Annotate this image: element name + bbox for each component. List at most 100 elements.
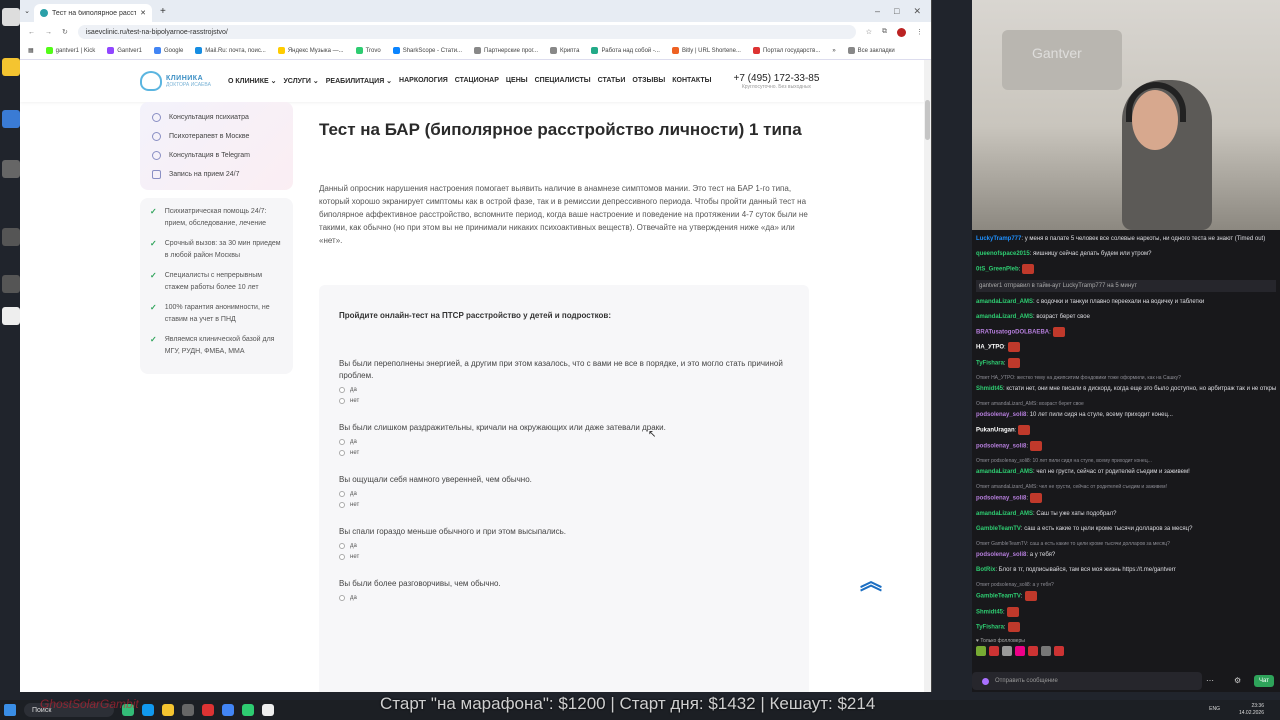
answer-no[interactable]: нет [339,502,789,508]
taskbar-app-icon[interactable] [182,704,194,716]
chat-input[interactable]: Отправить сообщение [972,672,1202,690]
radio-button[interactable] [339,450,345,456]
shortcut-icon[interactable] [2,228,20,246]
bookmark-item[interactable]: Яндекс Музыка —... [277,47,344,54]
answer-no[interactable]: нет [339,398,789,404]
chat-username[interactable]: podsolenay_soli8 [976,443,1026,449]
sidebar-item-appointment[interactable]: Запись на прием 24/7 [140,165,293,184]
bookmark-item[interactable]: Партнерские прог... [474,47,538,54]
chat-username[interactable]: Shmidt45 [976,386,1003,392]
answer-yes[interactable]: да [339,387,789,393]
chat-username[interactable]: BRATusatogoDOLBAEBA [976,329,1049,335]
chat-username[interactable]: Shmidt45 [976,609,1003,615]
chat-username[interactable]: queenofspace2015 [976,251,1030,257]
emote-icon[interactable] [1015,645,1025,656]
bookmark-item[interactable]: Bitly | URL Shortene... [671,47,741,54]
chat-username[interactable]: amandaLizard_AMS [976,469,1033,475]
radio-button[interactable] [339,543,345,549]
bookmark-star-icon[interactable]: ☆ [866,28,872,36]
page-scrollbar[interactable] [924,60,931,692]
taskbar-app-icon[interactable] [242,704,254,716]
nav-item-hospital[interactable]: СТАЦИОНАР [455,77,499,85]
folder-icon[interactable] [2,110,20,128]
radio-button[interactable] [339,502,345,508]
tab-active[interactable]: Тест на биполярное расстро... ✕ [34,4,152,22]
nav-item-about[interactable]: О КЛИНИКЕ ⌄ [228,77,276,85]
radio-button[interactable] [339,439,345,445]
clinic-logo[interactable]: КЛИНИКА ДОКТОРА ИСАЕВА [140,71,228,91]
chat-username[interactable]: TyFishara [976,625,1004,631]
answer-no[interactable]: нет [339,450,789,456]
chat-username[interactable]: PukanUragan [976,428,1015,434]
profile-avatar-icon[interactable] [897,27,906,37]
sidebar-item-psychiatrist[interactable]: Консультация психиатра [140,108,293,127]
shortcut-icon[interactable] [2,307,20,325]
all-bookmarks[interactable]: Все закладки [847,47,895,54]
scrollbar-thumb[interactable] [925,100,930,140]
bookmark-item[interactable]: Портал государств... [752,47,820,54]
emote-icon[interactable] [1002,645,1012,656]
emote-icon[interactable] [976,645,986,656]
chat-username[interactable]: podsolenay_soli8 [976,552,1026,558]
close-window-icon[interactable]: ✕ [913,6,921,17]
shortcut-icon[interactable] [2,160,20,178]
folder-icon[interactable] [162,704,174,716]
maximize-icon[interactable]: □ [894,6,899,17]
taskbar-app-icon[interactable] [142,704,154,716]
folder-icon[interactable] [2,58,20,76]
extensions-icon[interactable]: ⧉ [882,28,887,36]
url-input[interactable]: isaevclinic.ru/test-na-bipolyarnoe-rasst… [77,25,856,39]
taskbar-app-icon[interactable] [262,704,274,716]
answer-yes[interactable]: да [339,543,789,549]
nav-item-reviews[interactable]: ОТЗЫВЫ [632,77,665,85]
sidebar-item-telegram[interactable]: Консультация в Telegram [140,146,293,165]
radio-button[interactable] [339,491,345,497]
chat-send-button[interactable]: Чат [1254,675,1274,687]
chat-username[interactable]: 0tS_GreenPleb [976,267,1019,273]
bookmark-item[interactable]: Mail.Ru: почта, поис... [195,47,266,54]
gear-icon[interactable]: ⚙ [1234,676,1241,685]
answer-yes[interactable]: да [339,595,789,601]
taskbar-app-icon[interactable] [202,704,214,716]
bookmark-item[interactable]: gantver1 | Kick [45,47,95,54]
scroll-to-top-icon[interactable]: ︽ [859,570,883,594]
bookmark-item[interactable]: Trovo [355,47,381,54]
answer-yes[interactable]: да [339,491,789,497]
bookmark-item[interactable]: Gantver1 [107,47,142,54]
nav-item-articles[interactable]: СТАТЬИ [598,77,626,85]
nav-item-contacts[interactable]: КОНТАКТЫ [672,77,711,85]
close-tab-icon[interactable]: ✕ [140,9,146,17]
chat-username[interactable]: LuckyTramp777 [976,236,1021,242]
bookmark-item[interactable]: Google [153,47,183,54]
new-tab-icon[interactable]: + [160,6,166,17]
back-icon[interactable]: ← [28,29,35,36]
shortcut-icon[interactable] [2,275,20,293]
tab-menu-icon[interactable]: ⌄ [20,7,34,15]
phone-block[interactable]: +7 (495) 172-33-85 Круглосуточно. Без вы… [734,73,820,90]
emote-icon[interactable] [1041,645,1051,656]
chat-emote-picker-icon[interactable] [982,677,989,685]
chat-username[interactable]: HA_УТРО [976,345,1004,351]
radio-button[interactable] [339,398,345,404]
bookmark-item[interactable]: Работа над собой -... [591,47,660,54]
sidebar-item-psychotherapist[interactable]: Психотерапевт в Москве [140,127,293,146]
phone-number[interactable]: +7 (495) 172-33-85 [734,73,820,84]
reload-icon[interactable]: ↻ [62,28,68,36]
menu-kebab-icon[interactable]: ⋮ [916,28,923,36]
chat-username[interactable]: TyFishara [976,360,1004,366]
chrome-icon[interactable] [222,704,234,716]
chat-username[interactable]: podsolenay_soli8 [976,412,1026,418]
chat-username[interactable]: GambleTeamTV [976,594,1021,600]
language-indicator[interactable]: ENG [1209,706,1220,712]
radio-button[interactable] [339,595,345,601]
radio-button[interactable] [339,387,345,393]
chat-username[interactable]: podsolenay_soli8 [976,496,1026,502]
nav-item-prices[interactable]: ЦЕНЫ [506,77,528,85]
system-clock[interactable]: 23:36 14.02.2026 [1239,703,1264,717]
answer-no[interactable]: нет [339,554,789,560]
forward-icon[interactable]: → [45,29,52,36]
start-icon[interactable] [4,704,16,716]
nav-item-narcology[interactable]: НАРКОЛОГИЯ [399,77,448,85]
emote-icon[interactable] [989,645,999,656]
radio-button[interactable] [339,554,345,560]
